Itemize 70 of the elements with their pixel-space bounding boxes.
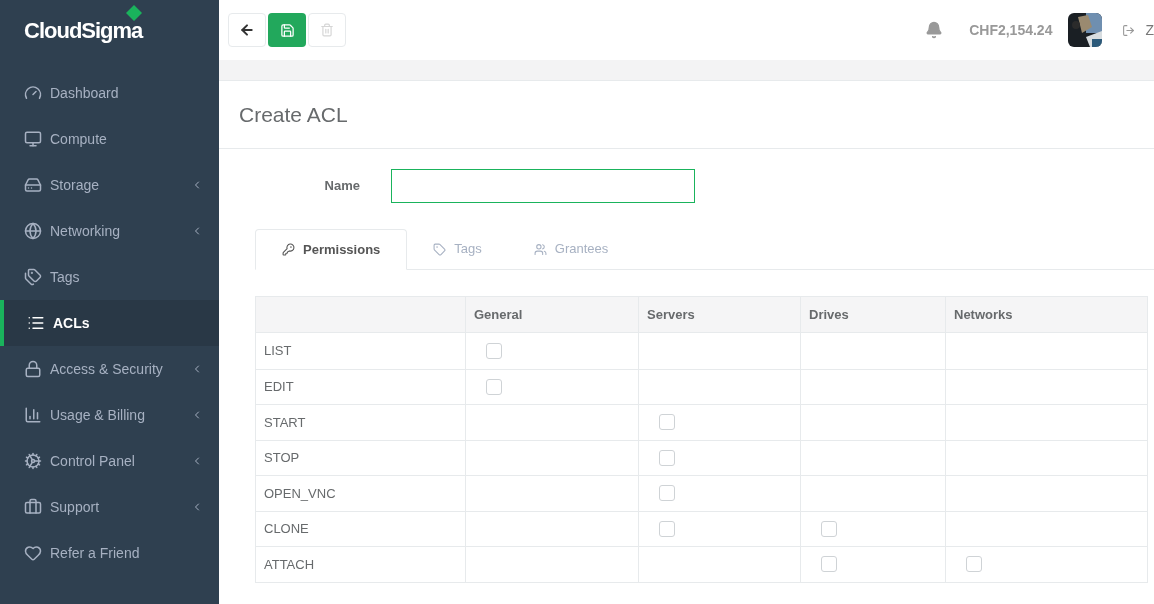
back-icon [239,22,255,38]
sidebar-item[interactable]: Refer a Friend [0,530,219,576]
sidebar-item[interactable]: ACLs [0,300,219,346]
sidebar-item[interactable]: Storage [0,162,219,208]
sidebar-item[interactable]: Tags [0,254,219,300]
checkbox[interactable] [821,556,837,573]
sidebar-label: Compute [50,129,108,149]
sidebar-label: Dashboard [50,83,120,103]
checkbox[interactable] [659,449,675,466]
sidebar-label: Storage [50,175,101,195]
permission-label: START [264,413,306,432]
permission-label: EDIT [264,378,294,396]
permission-label: LIST [264,342,292,360]
sidebar-item[interactable]: Access & Security [0,346,219,392]
checkbox[interactable] [486,378,502,395]
sidebar-label: Networking [50,221,122,241]
tab[interactable]: Permissions [255,229,408,270]
key-icon [282,243,295,256]
name-label: Name [323,177,360,196]
sidebar-item[interactable]: Support [0,484,219,530]
user-name[interactable]: Z [1145,19,1154,41]
list-icon [27,314,45,332]
monitor-icon [24,130,42,148]
permission-label: CLONE [264,520,309,538]
name-field[interactable] [391,169,695,203]
sidebar-label: Usage & Billing [50,405,146,425]
permission-label: OPEN_VNC [264,484,336,503]
column-header: General [474,305,523,324]
briefcase-icon [24,498,42,516]
permission-label: ATTACH [264,555,315,574]
sidebar-label: Refer a Friend [50,543,141,563]
checkbox[interactable] [659,485,675,502]
globe-icon [24,222,42,240]
sidebar-item[interactable]: Usage & Billing [0,392,219,438]
logout-icon[interactable] [1122,23,1136,37]
sidebar-item[interactable]: Control Panel [0,438,219,484]
trash-icon [320,23,334,37]
checkbox[interactable] [966,556,982,573]
column-header: Drives [809,305,849,324]
users-icon [533,242,547,256]
back-button[interactable] [228,13,266,47]
sidebar-item[interactable]: Compute [0,116,219,162]
bar-chart-icon [24,406,42,424]
heart-icon [24,544,42,562]
bell-icon[interactable] [925,21,944,39]
balance: CHF2,154.24 [969,20,1053,40]
permission-label: STOP [264,449,300,467]
sidebar-label: Tags [50,267,81,287]
sidebar-label: ACLs [53,313,91,333]
tag-icon [433,242,447,256]
sidebar-label: Access & Security [50,359,164,379]
page-title: Create ACL [239,101,348,128]
checkbox[interactable] [486,342,502,359]
hard-drive-icon [24,176,42,194]
sidebar-item[interactable]: Networking [0,208,219,254]
sidebar-label: Control Panel [50,451,136,471]
checkbox[interactable] [659,414,675,431]
lock-icon [24,360,42,378]
dashboard-icon [24,84,42,102]
logo-icon [126,5,142,21]
sidebar-item[interactable]: Dashboard [0,70,219,116]
save-icon [279,22,295,38]
checkbox[interactable] [659,520,675,537]
sidebar-label: Support [50,497,101,517]
column-header: Servers [647,305,695,324]
logo[interactable]: CloudSigma [24,13,143,47]
tags-icon [24,268,42,286]
settings-icon [24,452,42,470]
column-header: Networks [954,305,1013,324]
checkbox[interactable] [821,520,837,537]
